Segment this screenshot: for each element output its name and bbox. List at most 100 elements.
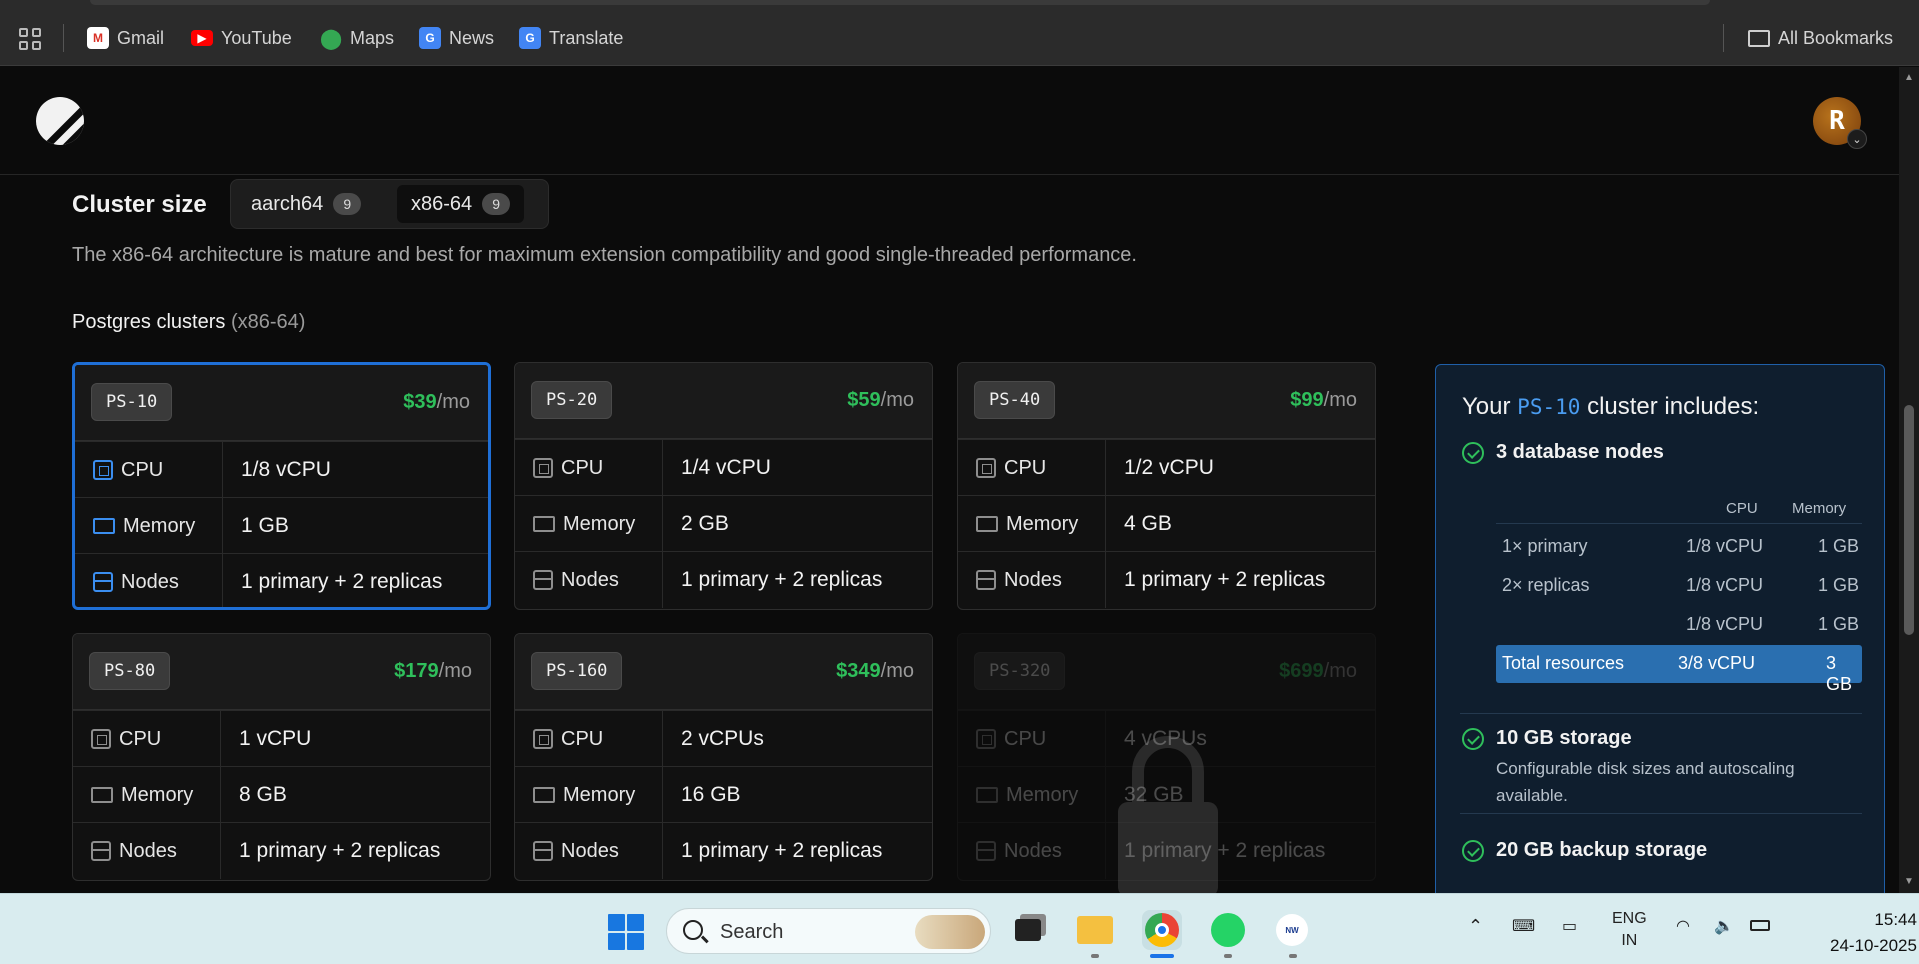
memory-icon	[976, 787, 998, 803]
spec-nodes-label: Nodes	[533, 823, 663, 879]
spec-cpu-value: 2 vCPUs	[681, 727, 764, 750]
spec-cpu-label: CPU	[533, 711, 663, 767]
plan-price: $699/mo	[1279, 660, 1357, 683]
wifi-icon[interactable]: ◠	[1676, 916, 1690, 936]
feature-storage: 10 GB storage	[1462, 727, 1632, 750]
nxtwave-icon[interactable]: NW	[1272, 910, 1312, 950]
logo[interactable]	[36, 97, 84, 145]
col-header-memory: Memory	[1792, 500, 1847, 517]
spec-memory-label: Memory	[533, 767, 663, 823]
plan-card-ps-10[interactable]: PS-10 $39/mo CPU 1/8 vCPU Memory 1 GB Nodes 1 p…	[72, 362, 491, 610]
spec-cpu-row: CPU 2 vCPUs	[515, 710, 932, 767]
bookmark-youtube[interactable]: ▶ YouTube	[191, 24, 292, 52]
chevron-up-icon[interactable]: ⌃	[1468, 916, 1483, 937]
spec-memory-row: Memory 2 GB	[515, 495, 932, 552]
taskbar-search[interactable]: Search	[666, 908, 991, 954]
folder-icon	[1748, 29, 1770, 47]
memory-icon	[91, 787, 113, 803]
divider	[63, 24, 64, 52]
windows-start-icon[interactable]	[608, 914, 644, 950]
language-indicator[interactable]: ENG IN	[1612, 908, 1647, 952]
spec-memory-value: 8 GB	[239, 783, 287, 806]
resource-label: 2× replicas	[1502, 575, 1590, 595]
total-cpu: 3/8 vCPU	[1678, 653, 1756, 673]
scrollbar-thumb[interactable]	[1904, 405, 1914, 635]
scroll-down-icon[interactable]: ▼	[1903, 877, 1915, 887]
arch-option-aarch64[interactable]: aarch64 9	[237, 185, 375, 223]
check-icon	[1462, 839, 1484, 862]
spec-cpu-label: CPU	[91, 711, 221, 767]
bookmark-news[interactable]: G News	[419, 24, 494, 52]
spec-label-text: Memory	[123, 514, 196, 537]
whatsapp-icon[interactable]	[1208, 910, 1248, 950]
plan-card-ps-80[interactable]: PS-80 $179/mo CPU 1 vCPU Memory 8 GB Nodes 1 pr…	[72, 633, 491, 881]
cpu-icon	[93, 460, 113, 480]
all-bookmarks-button[interactable]: All Bookmarks	[1748, 24, 1893, 52]
arch-option-x86-64[interactable]: x86-64 9	[397, 185, 525, 223]
summary-plan-code: PS-10	[1517, 395, 1581, 419]
plan-card-header: PS-10 $39/mo	[75, 365, 488, 441]
divider	[1460, 813, 1862, 814]
price-amount: $99	[1290, 389, 1324, 411]
spec-label-text: Nodes	[121, 570, 179, 593]
plan-card-header: PS-20 $59/mo	[515, 363, 932, 439]
chrome-icon[interactable]	[1142, 910, 1182, 950]
spec-nodes-label: Nodes	[533, 552, 663, 608]
file-explorer-icon[interactable]	[1075, 910, 1115, 950]
spec-cpu-row: CPU 1/8 vCPU	[75, 441, 488, 498]
spec-cpu-row: CPU 1 vCPU	[73, 710, 490, 767]
app-indicator-active	[1150, 954, 1174, 958]
bookmark-maps[interactable]: ⬤ Maps	[320, 24, 394, 52]
spec-cpu-label: CPU	[976, 440, 1106, 496]
plan-card-ps-40[interactable]: PS-40 $99/mo CPU 1/2 vCPU Memory 4 GB Nodes 1 p…	[957, 362, 1376, 610]
memory-icon	[533, 516, 555, 532]
plan-card-ps-160[interactable]: PS-160 $349/mo CPU 2 vCPUs Memory 16 GB Nodes 1…	[514, 633, 933, 881]
app-indicator	[1224, 954, 1232, 958]
spec-nodes-row: Nodes 1 primary + 2 replicas	[73, 822, 490, 879]
clusters-heading: Postgres clusters (x86-64)	[72, 311, 305, 334]
battery-icon[interactable]	[1750, 918, 1770, 936]
system-clock[interactable]: 15:44 24-10-2025	[1830, 907, 1917, 959]
summary-title: Your PS-10 cluster includes:	[1462, 393, 1759, 421]
summary-title-suffix: cluster includes:	[1587, 393, 1760, 420]
page-scrollbar[interactable]: ▲ ▼	[1899, 67, 1919, 893]
scroll-up-icon[interactable]: ▲	[1903, 73, 1915, 83]
clusters-heading-text: Postgres clusters	[72, 311, 226, 333]
plan-price: $59/mo	[847, 389, 914, 412]
plan-card-ps-20[interactable]: PS-20 $59/mo CPU 1/4 vCPU Memory 2 GB Nodes 1 p…	[514, 362, 933, 610]
spec-cpu-label: CPU	[976, 711, 1106, 767]
task-view-icon[interactable]	[1008, 910, 1048, 950]
app-indicator	[1091, 954, 1099, 958]
keyboard-icon[interactable]: ⌨	[1512, 916, 1535, 936]
volume-icon[interactable]: 🔈	[1714, 916, 1734, 936]
spec-memory-row: Memory 16 GB	[515, 766, 932, 823]
divider	[1723, 24, 1724, 52]
arch-toggle: aarch64 9 x86-64 9	[230, 179, 549, 229]
resource-row: 1× primary 1/8 vCPU 1 GB	[1496, 531, 1862, 561]
youtube-icon: ▶	[191, 30, 213, 46]
spec-memory-value: 16 GB	[681, 783, 741, 806]
spec-nodes-label: Nodes	[976, 552, 1106, 608]
feature-backup: 20 GB backup storage	[1462, 839, 1707, 862]
total-memory: 3 GB	[1826, 653, 1853, 694]
all-bookmarks-label: All Bookmarks	[1778, 27, 1894, 48]
count-badge: 9	[333, 193, 362, 215]
plan-code-tag: PS-320	[974, 652, 1066, 690]
spec-nodes-row: Nodes 1 primary + 2 replicas	[75, 553, 488, 607]
spec-nodes-value: 1 primary + 2 replicas	[681, 568, 883, 591]
price-amount: $39	[403, 391, 437, 413]
price-period: /mo	[1323, 660, 1357, 682]
bookmark-translate[interactable]: G Translate	[519, 24, 623, 52]
price-amount: $699	[1279, 660, 1324, 682]
clock-time: 15:44	[1874, 910, 1917, 929]
memory-icon	[93, 518, 115, 534]
spec-cpu-value: 1 vCPU	[239, 727, 312, 750]
feature-label: 3 database nodes	[1496, 441, 1664, 463]
check-icon	[1462, 727, 1484, 750]
chevron-down-icon[interactable]: ⌄	[1847, 129, 1867, 149]
plan-card-header: PS-80 $179/mo	[73, 634, 490, 710]
bookmark-gmail[interactable]: M Gmail	[87, 24, 164, 52]
apps-grid-icon[interactable]	[19, 28, 41, 50]
nodes-icon	[976, 841, 996, 861]
tablet-mode-icon[interactable]: ▭	[1562, 916, 1577, 936]
